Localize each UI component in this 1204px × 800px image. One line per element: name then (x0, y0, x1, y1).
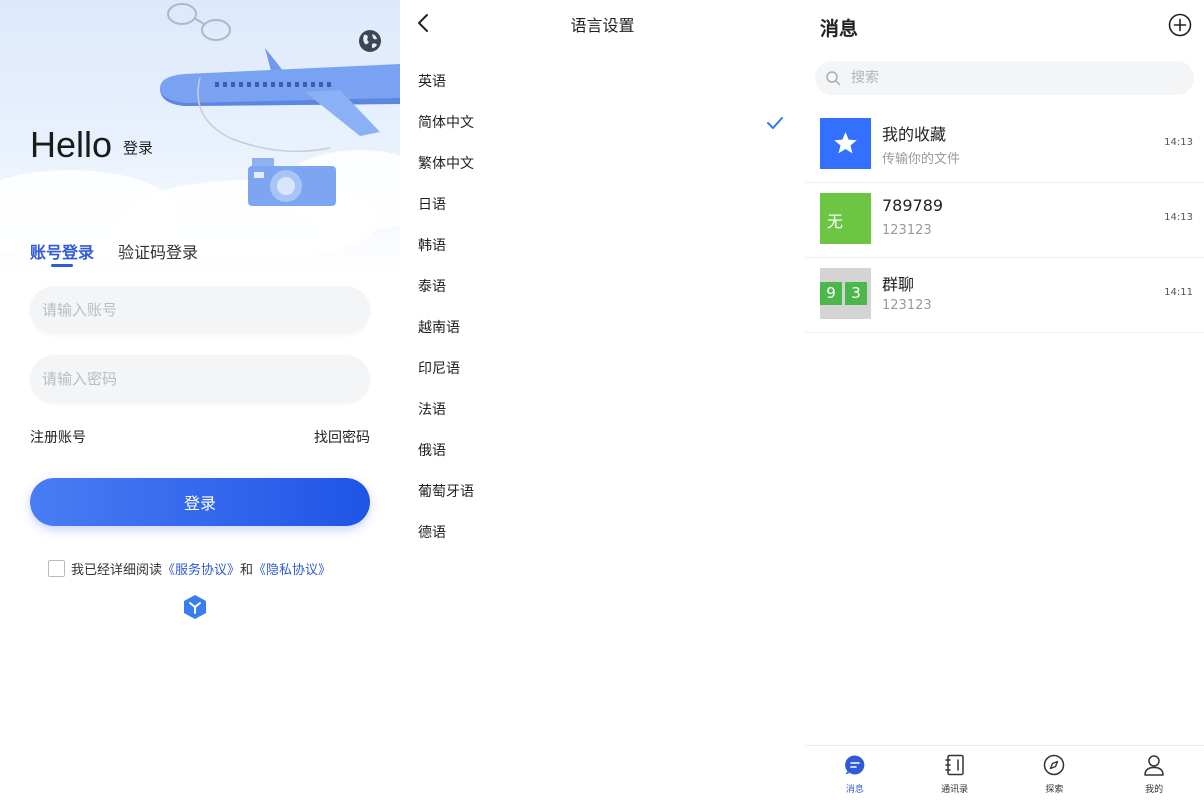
star-icon (834, 132, 857, 154)
avatar-text: 无 (827, 212, 844, 231)
avatar: 无 (820, 193, 871, 244)
tab-contacts[interactable]: 通讯录 (905, 746, 1005, 800)
tab-label: 通讯录 (941, 785, 969, 795)
forgot-password-link[interactable]: 找回密码 (314, 427, 370, 447)
search-bar (815, 61, 1194, 95)
conversation-list: 我的收藏 传输你的文件 14:13 无 789789 123123 14:13 … (805, 108, 1204, 333)
language-label: 法语 (418, 402, 446, 418)
messages-panel: 消息 我的收藏 传输你的文件 14:13 无 789789 1231 (805, 0, 1204, 800)
conversation-item[interactable]: 9 3 群聊 123123 14:11 (805, 258, 1204, 333)
service-agreement-link[interactable]: 《服务协议》 (162, 559, 240, 578)
language-label: 英语 (418, 74, 446, 90)
login-button[interactable]: 登录 (30, 478, 370, 526)
avatar (820, 118, 871, 169)
hero-subtitle: 登录 (123, 139, 154, 157)
search-icon (826, 71, 841, 86)
conversation-preview: 123123 (882, 298, 932, 313)
camera-illustration (197, 78, 336, 206)
hero-banner: Hello 登录 (0, 0, 400, 270)
conversation-item[interactable]: 我的收藏 传输你的文件 14:13 (805, 108, 1204, 183)
language-label: 俄语 (418, 443, 446, 459)
agreement-and: 和 (240, 563, 254, 578)
language-label: 德语 (418, 525, 446, 541)
language-item[interactable]: 德语 (400, 513, 805, 554)
hero-title: Hello (30, 124, 113, 165)
tab-explore[interactable]: 探索 (1005, 746, 1105, 800)
page-title: 语言设置 (570, 16, 635, 35)
avatar-tile: 9 (820, 282, 842, 305)
language-label: 越南语 (418, 320, 460, 336)
language-item[interactable]: 葡萄牙语 (400, 472, 805, 513)
language-item[interactable]: 繁体中文 (400, 144, 805, 185)
language-item[interactable]: 韩语 (400, 226, 805, 267)
add-plus-icon[interactable] (1168, 13, 1192, 37)
page-title: 消息 (820, 18, 859, 40)
tab-me[interactable]: 我的 (1104, 746, 1204, 800)
language-label: 葡萄牙语 (418, 484, 474, 500)
agreement-prefix: 我已经详细阅读 (71, 563, 163, 578)
tab-code-login[interactable]: 验证码登录 (118, 239, 198, 263)
conversation-item[interactable]: 无 789789 123123 14:13 (805, 183, 1204, 258)
conversation-preview: 123123 (882, 223, 932, 238)
conversation-time: 14:13 (1164, 212, 1193, 223)
agreement-checkbox[interactable] (48, 560, 65, 577)
language-label: 印尼语 (418, 361, 460, 377)
login-panel: Hello 登录 账号登录 验证码登录 注册账号 找回密码 登录 我已经详细阅读… (0, 0, 400, 800)
language-label: 繁体中文 (418, 156, 474, 172)
conversation-time: 14:13 (1164, 137, 1193, 148)
user-icon (1144, 755, 1164, 776)
tab-messages[interactable]: 消息 (805, 746, 905, 800)
language-item[interactable]: 简体中文 (400, 103, 805, 144)
register-link[interactable]: 注册账号 (30, 427, 86, 447)
language-list: 英语 简体中文 繁体中文 日语 韩语 泰语 越南语 印尼语 法语 俄语 葡萄牙语… (400, 62, 805, 554)
tab-account-login[interactable]: 账号登录 (30, 239, 94, 263)
tab-label: 我的 (1145, 785, 1164, 795)
language-item[interactable]: 泰语 (400, 267, 805, 308)
account-input[interactable] (30, 286, 370, 334)
language-item[interactable]: 日语 (400, 185, 805, 226)
language-label: 日语 (418, 197, 446, 213)
language-item[interactable]: 印尼语 (400, 349, 805, 390)
active-tab-indicator (51, 264, 73, 267)
password-input[interactable] (30, 355, 370, 403)
conversation-time: 14:11 (1164, 287, 1193, 298)
tab-label: 消息 (845, 785, 864, 795)
cube-logo-icon (184, 595, 206, 619)
language-settings-panel: 语言设置 英语 简体中文 繁体中文 日语 韩语 泰语 越南语 印尼语 法语 俄语… (400, 0, 805, 800)
conversation-name: 我的收藏 (882, 125, 947, 144)
language-item[interactable]: 俄语 (400, 431, 805, 472)
contacts-icon (944, 754, 964, 776)
conversation-preview: 传输你的文件 (882, 152, 961, 167)
language-label: 简体中文 (418, 115, 474, 131)
agreement-row: 我已经详细阅读 《服务协议》 和 《隐私协议》 (48, 559, 331, 578)
language-label: 韩语 (418, 238, 446, 254)
chat-icon (844, 755, 865, 775)
globe-icon[interactable] (357, 28, 383, 54)
language-item[interactable]: 英语 (400, 62, 805, 103)
avatar-tile: 3 (845, 282, 867, 305)
conversation-name: 789789 (882, 196, 944, 215)
privacy-agreement-link[interactable]: 《隐私协议》 (253, 559, 331, 578)
language-item[interactable]: 越南语 (400, 308, 805, 349)
checkmark-icon (767, 117, 783, 129)
search-input[interactable] (851, 61, 1181, 95)
tab-label: 探索 (1045, 785, 1064, 795)
group-avatar: 9 3 (820, 268, 871, 319)
language-label: 泰语 (418, 279, 446, 295)
conversation-name: 群聊 (882, 275, 915, 294)
compass-icon (1044, 754, 1065, 776)
language-item[interactable]: 法语 (400, 390, 805, 431)
bottom-tab-bar: 消息 通讯录 探索 我的 (805, 745, 1204, 800)
